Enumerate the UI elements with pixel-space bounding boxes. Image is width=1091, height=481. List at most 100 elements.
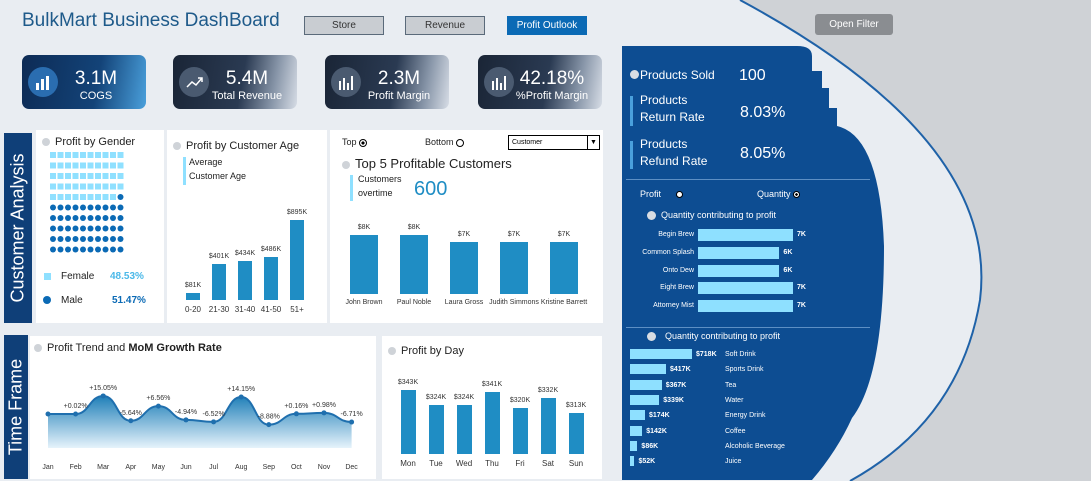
customers-chart: $8K John Brown $8K Paul Noble $7K Laura Gross…: [330, 130, 603, 323]
trend-point: [321, 410, 327, 416]
bar-value-label: $7K: [457, 231, 471, 239]
trend-panel: Profit Trend and MoM Growth Rate Jan +0.0…: [30, 336, 376, 479]
bar-value-label: $367K: [665, 381, 687, 389]
trend-growth-label: +0.16%: [284, 403, 308, 410]
category-label: Onto Dew: [662, 266, 694, 274]
waffle-male-cell: [80, 225, 86, 232]
tab-profit-outlook[interactable]: Profit Outlook: [507, 16, 587, 35]
bar-value-label: $142K: [646, 427, 667, 435]
trend-growth-label: +14.15%: [227, 386, 255, 393]
bar: [212, 264, 226, 300]
trend-growth-label: -5.64%: [120, 410, 142, 417]
bar: [512, 407, 528, 454]
bar-value-label: $52K: [638, 458, 656, 466]
waffle-female-cell: [117, 162, 124, 169]
waffle-female-cell: [65, 173, 71, 179]
bar-value-label: $86K: [641, 442, 659, 450]
bar: [400, 235, 428, 294]
waffle-male-cell: [57, 215, 64, 221]
trend-point: [211, 419, 217, 425]
waffle-female-cell: [50, 162, 56, 169]
waffle-female-cell: [80, 162, 86, 169]
bar-value-label: $343K: [397, 379, 419, 386]
trend-point: [293, 411, 299, 417]
waffle-male-cell: [72, 236, 79, 242]
waffle-female-cell: [80, 173, 86, 179]
waffle-male-cell: [57, 225, 64, 232]
bar: [568, 413, 584, 454]
toggle-profit[interactable]: Profit: [640, 189, 683, 199]
waffle-female-cell: [72, 162, 79, 169]
x-tick-label: Jul: [209, 464, 218, 471]
category-label: Alcoholic Beverage: [725, 442, 785, 450]
trend-growth-label: -8.88%: [258, 414, 280, 421]
waffle-female-cell: [87, 173, 94, 179]
waffle-male-cell: [102, 246, 109, 253]
waffle-female-cell: [110, 162, 116, 169]
waffle-female-cell: [65, 152, 71, 158]
quantity-bar: [630, 364, 666, 375]
waffle-female-cell: [80, 152, 86, 158]
quantity-bar: [698, 246, 780, 259]
waffle-female-cell: [117, 152, 124, 158]
x-tick-label: Sun: [568, 459, 584, 468]
waffle-male-cell: [102, 215, 109, 221]
trend-point: [128, 418, 134, 424]
trend-growth-label: -6.71%: [341, 411, 363, 418]
category-label: Attorney Mist: [653, 302, 694, 310]
waffle-male-cell: [72, 246, 79, 253]
waffle-female-cell: [102, 152, 109, 158]
x-tick-label: Sep: [263, 464, 276, 471]
bar: [290, 220, 304, 300]
kpi-value: 2.3M: [377, 68, 421, 89]
waffle-male-cell: [87, 215, 94, 221]
q1-chart: Begin Brew 7K Common Splash 6K Onto Dew 6K Eig…: [622, 224, 880, 324]
waffle-male-cell: [117, 246, 124, 253]
waffle-female-cell: [102, 194, 109, 200]
waffle-female-cell: [87, 183, 94, 190]
waffle-female-cell: [50, 152, 56, 158]
bar-value-label: $8K: [357, 224, 371, 231]
female-value: 48.53%: [110, 271, 144, 282]
waffle-male-cell: [117, 236, 124, 242]
waffle-female-cell: [57, 173, 64, 179]
bar-value-label: 7K: [797, 302, 806, 310]
trend-point: [100, 393, 106, 399]
waffle-male-cell: [65, 246, 71, 253]
waffle-female-cell: [65, 183, 71, 190]
category-label: Common Splash: [642, 248, 694, 256]
quantity-bar: [630, 456, 635, 467]
kpi-value: 42.18%: [519, 68, 585, 89]
waffle-female-cell: [50, 173, 56, 179]
waffle-female-cell: [110, 183, 116, 190]
bar: [500, 242, 528, 294]
waffle-male-cell: [117, 215, 124, 221]
tab-store[interactable]: Store: [304, 16, 384, 35]
waffle-male-cell: [57, 246, 64, 253]
waffle-male-cell: [87, 204, 94, 211]
female-legend-swatch: [44, 273, 51, 280]
kpi-label: %Profit Margin: [515, 90, 589, 102]
tab-revenue[interactable]: Revenue: [405, 16, 485, 35]
waffle-male-cell: [87, 246, 94, 253]
waffle-female-cell: [87, 152, 94, 158]
open-filter-button[interactable]: Open Filter: [815, 14, 893, 35]
waffle-male-cell: [57, 204, 64, 211]
waffle-female-cell: [102, 183, 109, 190]
products-sold-value: 100: [739, 67, 766, 84]
kpi-label: COGS: [79, 90, 113, 102]
bar: [456, 404, 472, 454]
kpi-percent-profit-margin: 42.18% %Profit Margin: [478, 55, 602, 109]
trend-growth-label: -6.52%: [203, 411, 225, 418]
bar: [350, 235, 378, 294]
toggle-quantity[interactable]: Quantity: [757, 189, 801, 199]
bar-value-label: $324K: [453, 393, 475, 401]
top5-panel: Top Bottom Customer ▼ Top 5 Profitable C…: [330, 130, 603, 323]
day-chart: $343K Mon $324K Tue $324K Wed $341K Thu $320K Fri…: [382, 336, 602, 479]
waffle-female-cell: [87, 194, 94, 200]
quantity-bar: [630, 410, 646, 421]
waffle-male-cell: [65, 236, 71, 242]
waffle-male-cell: [72, 204, 79, 211]
x-tick-label: Oct: [291, 464, 302, 471]
waffle-male-cell: [87, 225, 94, 232]
